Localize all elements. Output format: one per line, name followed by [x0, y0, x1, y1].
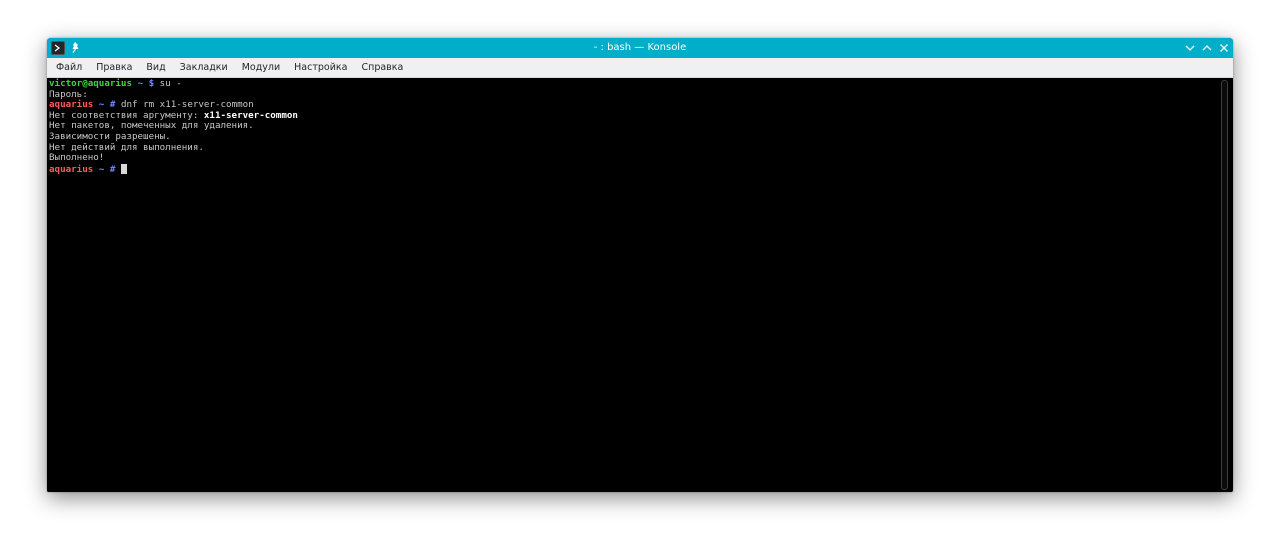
output-text: Нет соответствия аргументу: — [49, 109, 204, 121]
menu-item-plugins[interactable]: Модули — [235, 58, 287, 78]
close-icon[interactable] — [1218, 42, 1230, 54]
menu-item-view[interactable]: Вид — [139, 58, 172, 78]
title-bar[interactable]: - : bash — Konsole — [47, 38, 1233, 58]
terminal-line: Нет действий для выполнения. — [49, 141, 204, 153]
terminal-output[interactable]: victor@aquarius ~ $ su - Пароль: aquariu… — [47, 78, 1219, 492]
prompt-path: ~ — [93, 99, 110, 111]
terminal-line: aquarius ~ # — [49, 163, 1217, 175]
scrollbar[interactable] — [1221, 80, 1228, 490]
terminal-line: Нет пакетов, помеченных для удаления. — [49, 120, 254, 132]
menu-bar: Файл Правка Вид Закладки Модули Настройк… — [47, 58, 1233, 78]
chevron-up-icon[interactable] — [1201, 42, 1213, 54]
command-text: su - — [154, 78, 182, 89]
terminal-line: Выполнено! — [49, 152, 105, 164]
menu-item-settings[interactable]: Настройка — [287, 58, 354, 78]
terminal-line: Зависимости разрешены. — [49, 130, 171, 142]
output-bold-text: x11-server-common — [203, 109, 298, 121]
menu-item-edit[interactable]: Правка — [89, 58, 139, 78]
command-text: dnf rm x11-server-common — [115, 99, 254, 111]
terminal-line: victor@aquarius ~ $ su - — [49, 78, 1217, 90]
prompt-user: victor@aquarius — [49, 78, 132, 89]
prompt-user: aquarius — [49, 99, 94, 111]
menu-item-file[interactable]: Файл — [49, 58, 89, 78]
menu-item-help[interactable]: Справка — [354, 58, 410, 78]
konsole-window: - : bash — Konsole Файл Правка Вид Закла… — [47, 38, 1233, 492]
chevron-down-icon[interactable] — [1184, 42, 1196, 54]
window-title: - : bash — Konsole — [593, 42, 687, 53]
menu-item-bookmarks[interactable]: Закладки — [173, 58, 235, 78]
prompt-user: aquarius — [49, 163, 94, 175]
prompt-path: ~ — [93, 163, 110, 175]
prompt-path: ~ — [131, 78, 149, 89]
text-cursor — [120, 163, 127, 174]
